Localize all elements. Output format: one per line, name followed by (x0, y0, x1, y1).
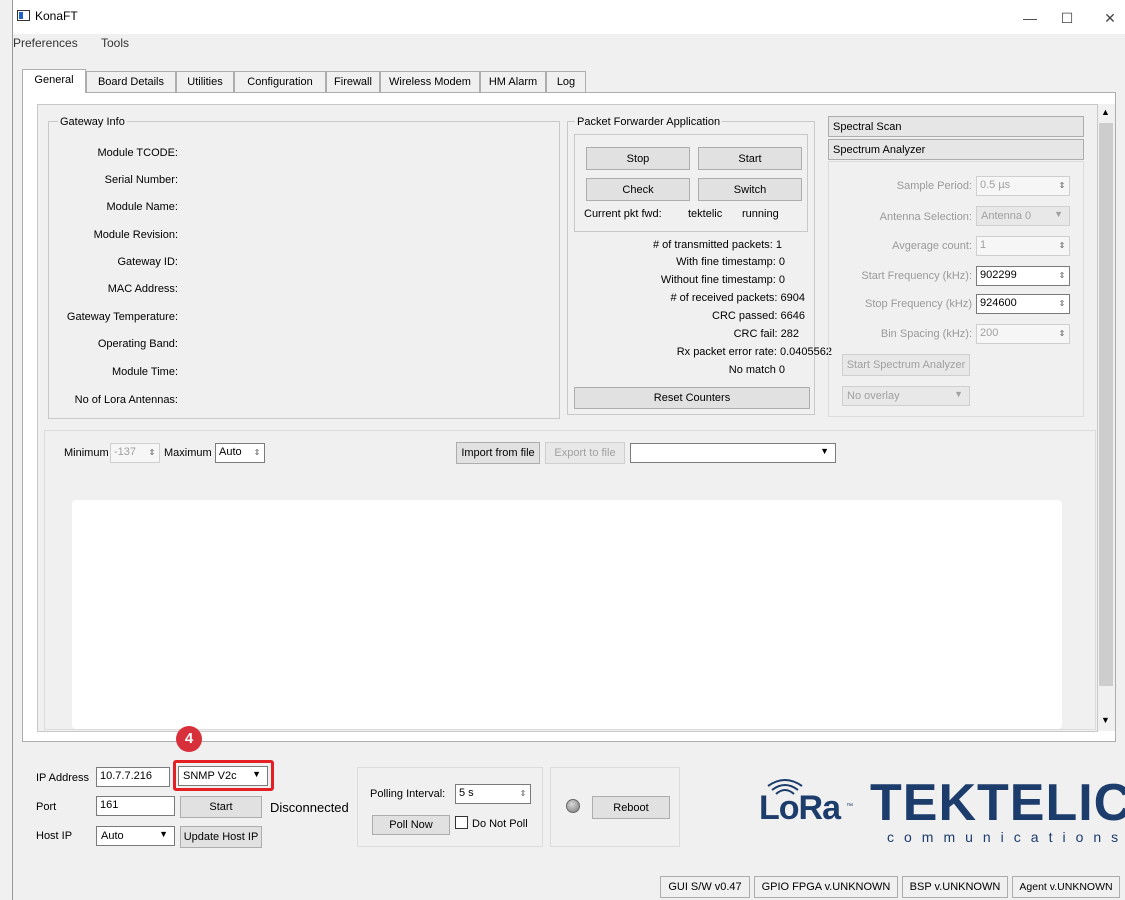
label-gateway-id: Gateway ID: (117, 256, 178, 268)
stat-crc-fail: CRC fail: 282 (733, 328, 799, 340)
label-module-tcode: Module TCODE: (97, 147, 179, 159)
stop-button[interactable]: Stop (586, 147, 690, 170)
spectrum-analyzer-tab[interactable]: Spectrum Analyzer (828, 139, 1084, 160)
start-spectrum-analyzer-button[interactable]: Start Spectrum Analyzer (842, 354, 970, 376)
polling-interval-input[interactable]: 5 s ⇕ (455, 784, 531, 804)
packet-forwarder-title: Packet Forwarder Application (575, 116, 723, 128)
connection-status: Disconnected (270, 800, 349, 815)
label-start-frequency: Start Frequency (kHz): (861, 270, 972, 282)
step-badge: 4 (176, 726, 202, 752)
label-module-name: Module Name: (106, 201, 178, 213)
label-antenna-selection: Antenna Selection: (879, 211, 972, 223)
file-select-combo[interactable]: ▼ (630, 443, 836, 463)
start-frequency-input[interactable]: 902299 ⇕ (976, 266, 1070, 286)
label-mac-address: MAC Address: (107, 283, 178, 295)
tab-configuration[interactable]: Configuration (234, 71, 326, 93)
tab-utilities[interactable]: Utilities (176, 71, 234, 93)
label-module-time: Module Time: (111, 366, 178, 378)
host-ip-combo[interactable]: Auto ▼ (96, 826, 175, 846)
minimize-button[interactable]: — (1020, 8, 1040, 28)
stat-fine-timestamp: With fine timestamp: 0 (676, 256, 785, 268)
label-sample-period: Sample Period: (896, 180, 972, 192)
update-host-ip-button[interactable]: Update Host IP (180, 826, 262, 848)
start-pkt-fwd-button[interactable]: Start (698, 147, 802, 170)
host-ip-label: Host IP (36, 830, 73, 842)
minimum-input[interactable]: -137 ⇕ (110, 443, 160, 463)
polling-interval-label: Polling Interval: (370, 788, 446, 800)
check-button[interactable]: Check (586, 178, 690, 201)
stat-no-match: No match 0 (728, 364, 785, 376)
status-gui-version: GUI S/W v0.47 (660, 876, 750, 898)
gateway-info-title: Gateway Info (58, 116, 127, 128)
current-pkt-fwd-label: Current pkt fwd: (584, 208, 662, 220)
ip-address-input[interactable]: 10.7.7.216 (96, 767, 170, 787)
label-bin-spacing: Bin Spacing (kHz): (880, 328, 972, 340)
spectrum-plot[interactable] (72, 500, 1062, 729)
ip-address-label: IP Address (36, 772, 89, 784)
stat-without-fine-timestamp: Without fine timestamp: 0 (660, 274, 785, 286)
highlight-box (173, 760, 274, 791)
window-title: KonaFT (35, 9, 78, 23)
do-not-poll-label: Do Not Poll (472, 818, 528, 830)
import-from-file-button[interactable]: Import from file (456, 442, 540, 464)
spectrum-analyzer-panel (828, 161, 1084, 417)
reset-counters-button[interactable]: Reset Counters (574, 387, 810, 409)
tab-wireless-modem[interactable]: Wireless Modem (380, 71, 480, 93)
stat-crc-passed: CRC passed: 6646 (712, 310, 805, 322)
tab-hm-alarm[interactable]: HM Alarm (480, 71, 546, 93)
average-count-input[interactable]: 1 ⇕ (976, 236, 1070, 256)
label-average-count: Avgerage count: (892, 240, 972, 252)
scroll-thumb[interactable] (1099, 123, 1113, 686)
poll-now-button[interactable]: Poll Now (372, 815, 450, 835)
reboot-button[interactable]: Reboot (592, 796, 670, 819)
start-connection-button[interactable]: Start (180, 796, 262, 818)
antenna-selection-combo[interactable]: Antenna 0 ▼ (976, 206, 1070, 226)
tektelic-subtitle: communications (887, 829, 1125, 845)
scroll-down-icon[interactable]: ▼ (1101, 715, 1110, 725)
label-lora-antennas: No of Lora Antennas: (74, 394, 178, 406)
tektelic-logo: TEKTELIC (870, 774, 1125, 832)
sample-period-input[interactable]: 0.5 µs ⇕ (976, 176, 1070, 196)
stop-frequency-input[interactable]: 924600 ⇕ (976, 294, 1070, 314)
current-pkt-fwd-state: running (742, 208, 779, 220)
maximize-button[interactable]: ☐ (1057, 8, 1077, 28)
label-operating-band: Operating Band: (97, 338, 178, 350)
label-module-revision: Module Revision: (93, 229, 178, 241)
tab-general[interactable]: General (22, 69, 86, 93)
maximum-label: Maximum (164, 447, 212, 459)
tab-board-details[interactable]: Board Details (86, 71, 176, 93)
export-to-file-button[interactable]: Export to file (545, 442, 625, 464)
status-gpio-version: GPIO FPGA v.UNKNOWN (754, 876, 898, 898)
do-not-poll-checkbox[interactable] (455, 816, 468, 829)
stat-received: # of received packets: 6904 (670, 292, 805, 304)
scroll-up-icon[interactable]: ▲ (1101, 107, 1110, 117)
app-icon (17, 10, 30, 21)
label-serial-number: Serial Number: (104, 174, 178, 186)
minimum-label: Minimum (64, 447, 109, 459)
spectral-scan-tab[interactable]: Spectral Scan (828, 116, 1084, 137)
lora-trademark: ™ (846, 803, 853, 810)
tab-firewall[interactable]: Firewall (326, 71, 380, 93)
overlay-combo[interactable]: No overlay ▼ (842, 386, 970, 406)
port-label: Port (36, 801, 57, 813)
polling-group (357, 767, 543, 847)
status-led-icon (566, 799, 580, 813)
port-input[interactable]: 161 (96, 796, 175, 816)
current-pkt-fwd-name: tektelic (688, 208, 723, 220)
maximum-input[interactable]: Auto ⇕ (215, 443, 265, 463)
status-bsp-version: BSP v.UNKNOWN (902, 876, 1008, 898)
bin-spacing-input[interactable]: 200 ⇕ (976, 324, 1070, 344)
switch-button[interactable]: Switch (698, 178, 802, 201)
status-agent-version: Agent v.UNKNOWN (1012, 876, 1120, 898)
tab-log[interactable]: Log (546, 71, 586, 93)
menu-preferences[interactable]: Preferences (13, 36, 78, 50)
close-button[interactable]: ✕ (1100, 8, 1120, 28)
stat-transmitted: # of transmitted packets: 1 (652, 239, 782, 251)
title-bar (13, 0, 1125, 34)
stat-error-rate: Rx packet error rate: 0.0405562 (676, 346, 832, 358)
label-stop-frequency: Stop Frequency (kHz) (865, 298, 972, 310)
menu-tools[interactable]: Tools (101, 36, 129, 50)
lora-logo: LoRa (759, 789, 841, 827)
label-gateway-temperature: Gateway Temperature: (66, 311, 178, 323)
